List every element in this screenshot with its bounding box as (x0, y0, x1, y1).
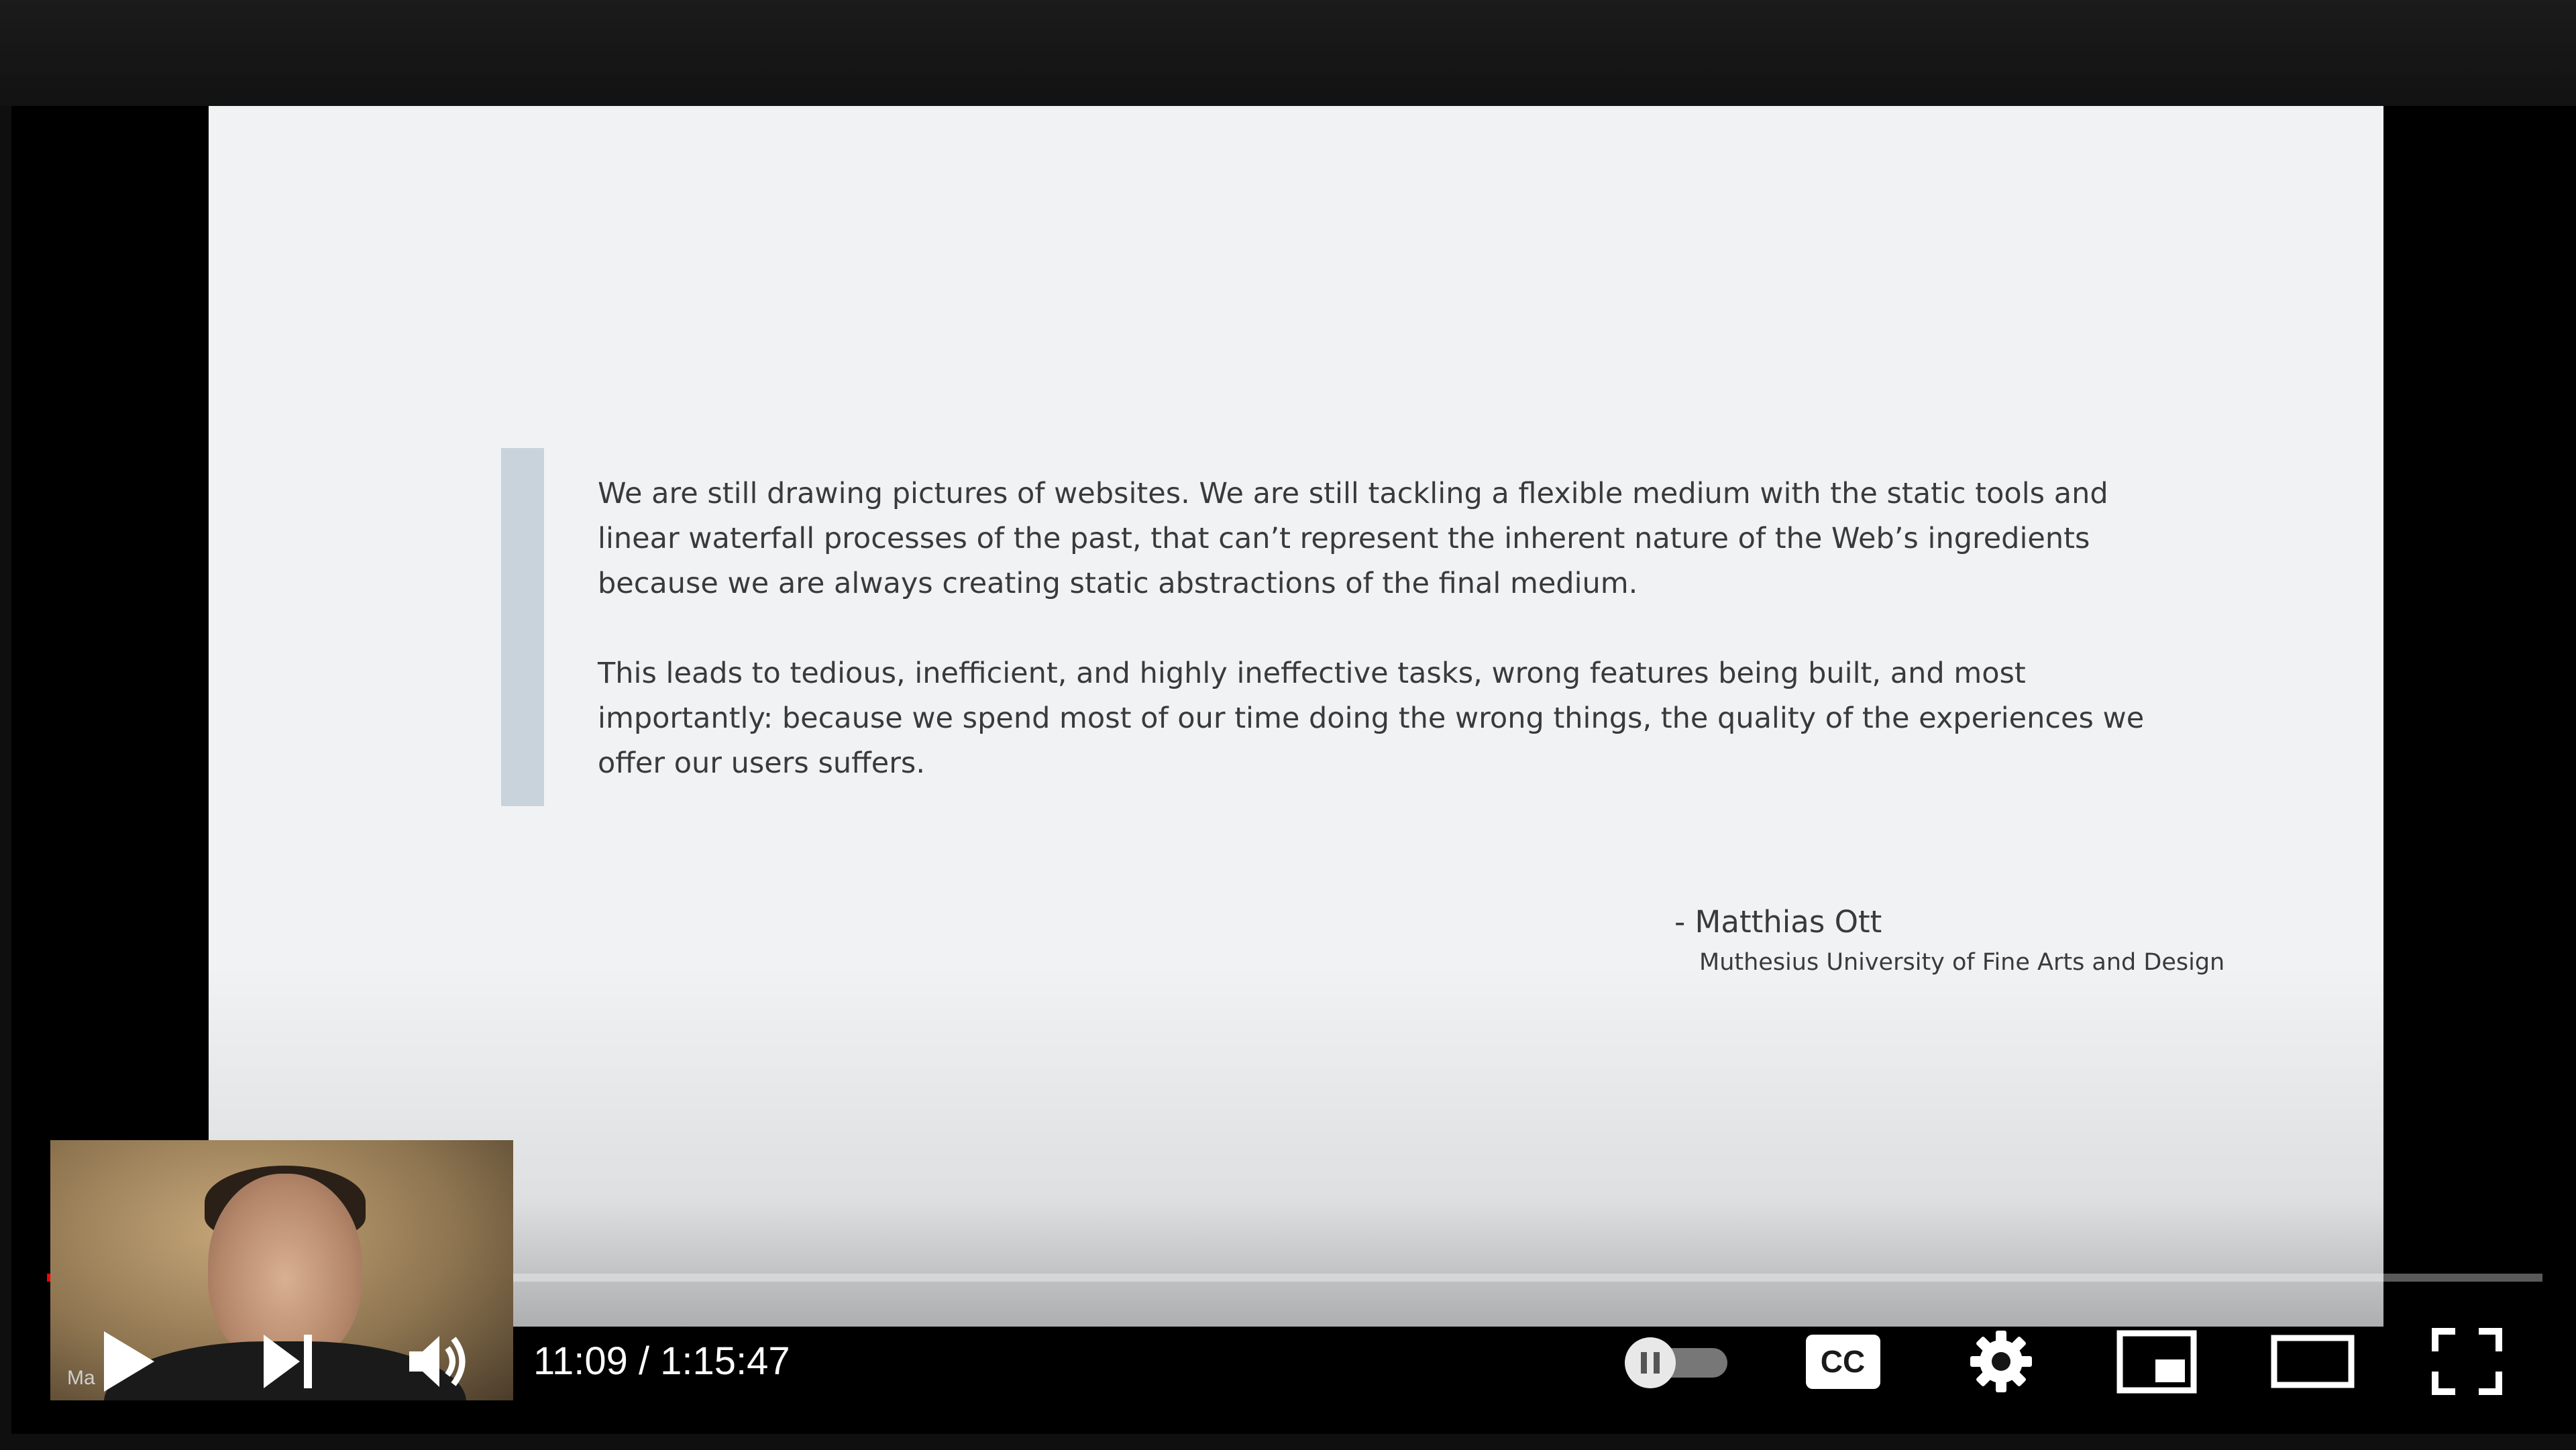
gear-icon (1970, 1331, 2032, 1392)
next-button[interactable] (248, 1315, 329, 1408)
volume-icon (409, 1336, 466, 1387)
miniplayer-icon (2116, 1330, 2197, 1393)
player-controls: CC (0, 1315, 2576, 1408)
next-icon (264, 1335, 312, 1388)
time-display: 11:09 / 1:15:47 (533, 1339, 790, 1383)
quote-text: We are still drawing pictures of website… (598, 471, 2167, 831)
quote-bar (501, 448, 544, 806)
theater-icon (2271, 1335, 2355, 1388)
top-bar (0, 0, 2576, 106)
play-button[interactable] (87, 1315, 168, 1408)
settings-button[interactable] (1959, 1315, 2043, 1408)
quote-paragraph-2: This leads to tedious, inefficient, and … (598, 657, 2145, 780)
quote-author: - Matthias Ott (1674, 904, 1882, 940)
autoplay-toggle[interactable] (1617, 1315, 1737, 1408)
volume-button[interactable] (396, 1315, 476, 1408)
theater-mode-button[interactable] (2267, 1315, 2358, 1408)
bottom-strip (0, 1434, 2576, 1450)
fullscreen-button[interactable] (2425, 1315, 2509, 1408)
play-icon (104, 1331, 154, 1392)
cc-icon: CC (1806, 1334, 1880, 1389)
miniplayer-button[interactable] (2113, 1315, 2200, 1408)
captions-button[interactable]: CC (1801, 1315, 1885, 1408)
fullscreen-icon (2432, 1328, 2502, 1395)
svg-text:CC: CC (1821, 1344, 1865, 1379)
autoplay-toggle-icon (1625, 1337, 1727, 1388)
quote-paragraph-1: We are still drawing pictures of website… (598, 477, 2108, 600)
